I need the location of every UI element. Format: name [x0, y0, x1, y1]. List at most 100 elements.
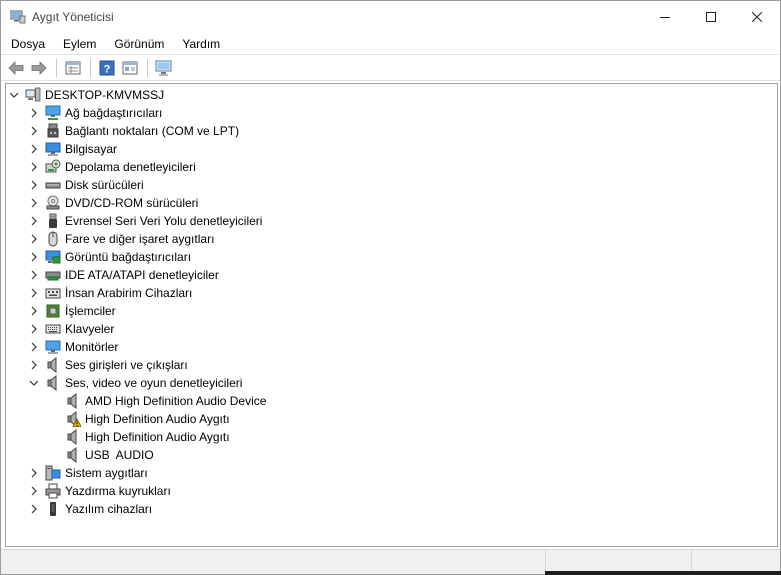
tree-category-label: Evrensel Seri Veri Yolu denetleyicileri	[65, 214, 263, 228]
window-title: Aygıt Yöneticisi	[32, 10, 114, 24]
disk-drive-icon	[45, 177, 61, 193]
tree-device[interactable]: High Definition Audio Aygıtı	[61, 428, 230, 446]
dvd-icon	[45, 195, 61, 211]
tree-category-label: Yazdırma kuyrukları	[65, 484, 171, 498]
keyboard-icon	[45, 321, 61, 337]
system-device-icon	[45, 465, 61, 481]
speaker-icon	[65, 447, 81, 463]
device-tree[interactable]: DESKTOP-KMVMSSJ Ağ bağdaştırıcıları Bağl…	[5, 83, 778, 547]
tree-category-label: Yazılım cihazları	[65, 502, 153, 516]
chevron-right-icon[interactable]	[27, 158, 41, 176]
tree-category[interactable]: Yazdırma kuyrukları	[27, 482, 171, 500]
tree-category[interactable]: Ağ bağdaştırıcıları	[27, 104, 162, 122]
tree-category[interactable]: Evrensel Seri Veri Yolu denetleyicileri	[27, 212, 262, 230]
tree-category-label: Bilgisayar	[65, 142, 118, 156]
minimize-icon	[660, 17, 670, 18]
maximize-button[interactable]	[688, 1, 734, 33]
computer-icon	[45, 141, 61, 157]
tree-category-label: Ses girişleri ve çıkışları	[65, 358, 188, 372]
chevron-right-icon[interactable]	[27, 104, 41, 122]
chevron-right-icon[interactable]	[27, 122, 41, 140]
tree-category[interactable]: İşlemciler	[27, 302, 116, 320]
chevron-right-icon[interactable]	[27, 176, 41, 194]
chevron-right-icon[interactable]	[27, 230, 41, 248]
forward-button[interactable]	[28, 57, 50, 79]
tree-category-label: Fare ve diğer işaret aygıtları	[65, 232, 215, 246]
speaker-icon	[45, 357, 61, 373]
chevron-right-icon[interactable]	[27, 482, 41, 500]
usb-icon	[45, 213, 61, 229]
minimize-button[interactable]	[642, 1, 688, 33]
tree-device[interactable]: AMD High Definition Audio Device	[61, 392, 266, 410]
tree-category[interactable]: Klavyeler	[27, 320, 114, 338]
chevron-right-icon[interactable]	[27, 140, 41, 158]
speaker-icon	[65, 429, 81, 445]
forward-arrow-icon	[31, 61, 47, 75]
menu-dosya[interactable]: Dosya	[1, 33, 53, 55]
tree-category[interactable]: Disk sürücüleri	[27, 176, 144, 194]
tree-category[interactable]: Yazılım cihazları	[27, 500, 152, 518]
software-device-icon	[45, 501, 61, 517]
chevron-right-icon[interactable]	[27, 338, 41, 356]
tree-category[interactable]: Fare ve diğer işaret aygıtları	[27, 230, 214, 248]
toolbar: ?	[1, 56, 780, 81]
tree-category[interactable]: Bağlantı noktaları (COM ve LPT)	[27, 122, 239, 140]
mouse-icon	[45, 231, 61, 247]
chevron-right-icon[interactable]	[27, 194, 41, 212]
tree-category[interactable]: DVD/CD-ROM sürücüleri	[27, 194, 198, 212]
tree-category[interactable]: Bilgisayar	[27, 140, 117, 158]
tree-category-label: Bağlantı noktaları (COM ve LPT)	[65, 124, 240, 138]
tree-category[interactable]: Sistem aygıtları	[27, 464, 148, 482]
chevron-right-icon[interactable]	[27, 464, 41, 482]
tree-category[interactable]: Ses girişleri ve çıkışları	[27, 356, 188, 374]
processor-icon	[45, 303, 61, 319]
hid-icon	[45, 285, 61, 301]
svg-text:?: ?	[104, 64, 111, 76]
maximize-icon	[706, 12, 716, 22]
update-driver-button[interactable]	[119, 57, 141, 79]
storage-controller-icon	[45, 159, 61, 175]
tree-category-expanded[interactable]: Ses, video ve oyun denetleyicileri	[27, 374, 242, 392]
chevron-right-icon[interactable]	[27, 356, 41, 374]
tree-category-label: Sistem aygıtları	[65, 466, 148, 480]
tree-category[interactable]: İnsan Arabirim Cihazları	[27, 284, 192, 302]
tree-category[interactable]: Depolama denetleyicileri	[27, 158, 196, 176]
close-icon	[752, 12, 762, 22]
chevron-right-icon[interactable]	[27, 266, 41, 284]
tree-root[interactable]: DESKTOP-KMVMSSJ	[7, 86, 164, 104]
scan-hardware-button[interactable]	[153, 57, 175, 79]
display-adapter-icon	[45, 249, 61, 265]
chevron-right-icon[interactable]	[27, 500, 41, 518]
chevron-right-icon[interactable]	[27, 320, 41, 338]
tree-category[interactable]: Monitörler	[27, 338, 118, 356]
tree-category[interactable]: IDE ATA/ATAPI denetleyiciler	[27, 266, 219, 284]
tree-device[interactable]: High Definition Audio Aygıtı	[61, 410, 230, 428]
properties-button[interactable]	[62, 57, 84, 79]
chevron-down-icon[interactable]	[7, 86, 21, 104]
close-button[interactable]	[734, 1, 780, 33]
menu-eylem[interactable]: Eylem	[53, 33, 104, 55]
device-manager-app-icon	[10, 9, 26, 25]
monitor-icon	[45, 339, 61, 355]
menu-yardim[interactable]: Yardım	[172, 33, 228, 55]
back-button[interactable]	[5, 57, 27, 79]
chevron-right-icon[interactable]	[27, 302, 41, 320]
tree-category-label: DVD/CD-ROM sürücüleri	[65, 196, 199, 210]
title-bar[interactable]: Aygıt Yöneticisi	[1, 1, 780, 33]
tree-category-label: Disk sürücüleri	[65, 178, 144, 192]
chevron-right-icon[interactable]	[27, 212, 41, 230]
taskbar-edge	[545, 571, 781, 575]
menu-gorunum[interactable]: Görünüm	[104, 33, 172, 55]
tree-category[interactable]: Görüntü bağdaştırıcıları	[27, 248, 191, 266]
tree-category-label: Monitörler	[65, 340, 119, 354]
help-button[interactable]: ?	[96, 57, 118, 79]
tree-device[interactable]: USB AUDIO	[61, 446, 154, 464]
tree-category-label: İşlemciler	[65, 304, 116, 318]
chevron-down-icon[interactable]	[27, 374, 41, 392]
printer-icon	[45, 483, 61, 499]
chevron-right-icon[interactable]	[27, 284, 41, 302]
chevron-right-icon[interactable]	[27, 248, 41, 266]
warning-speaker-icon	[65, 411, 81, 427]
tree-category-label: IDE ATA/ATAPI denetleyiciler	[65, 268, 219, 282]
tree-category-label: Klavyeler	[65, 322, 115, 336]
